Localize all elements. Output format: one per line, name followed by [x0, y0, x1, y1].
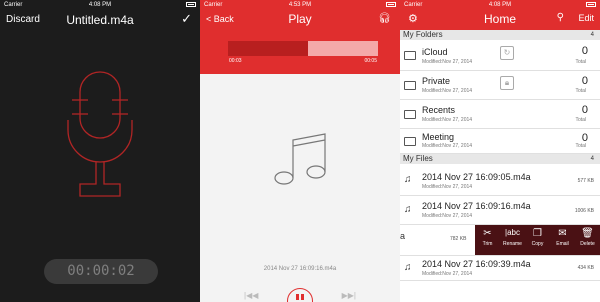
- progress-bar[interactable]: [228, 41, 378, 56]
- email-button[interactable]: ✉ Email: [550, 225, 575, 255]
- rename-icon: |abc: [505, 228, 520, 237]
- home-header: Carrier 4:08 PM ⚙ Home ⚲ Edit: [400, 0, 600, 30]
- folder-icon: [404, 137, 416, 146]
- folder-item-count: 0: [581, 104, 588, 116]
- total-label: Total: [575, 59, 586, 65]
- folder-item-count: 0: [581, 45, 588, 57]
- playing-file-name: 2014 Nov 27 16:09:16.m4a: [263, 266, 337, 272]
- folder-modified: Modified:Nov 27, 2014: [422, 117, 473, 123]
- file-size: 1006 KB: [574, 208, 594, 214]
- file-row[interactable]: ♫ 2014 Nov 27 16:09:05.m4a Modified:Nov …: [400, 164, 600, 196]
- total-label: Total: [575, 117, 586, 123]
- microphone-icon: [67, 71, 133, 197]
- copy-icon: ❐: [533, 228, 542, 239]
- folder-item-count: 0: [581, 75, 588, 87]
- status-bar: Carrier 4:08 PM: [0, 0, 200, 10]
- page-title: Home: [483, 12, 516, 26]
- clock: 4:08 PM: [88, 2, 112, 8]
- elapsed-time: 00:03: [229, 58, 242, 64]
- folder-row-private[interactable]: Private Modified:Nov 27, 2014 🔒︎ 0 Total: [400, 71, 600, 100]
- file-modified: Modified:Nov 27, 2014: [422, 184, 473, 190]
- player-header: Carrier 4:53 PM < Back Play 🎧︎ 00:03 00:…: [200, 0, 400, 74]
- edit-button[interactable]: Edit: [578, 13, 594, 23]
- file-name: 2014 Nov 27 16:09:39.m4a: [422, 259, 531, 269]
- folders-section-header: My Folders 4: [400, 30, 600, 40]
- file-modified: Modified:Nov 27, 2014: [422, 213, 473, 219]
- folder-count: 4: [590, 32, 594, 38]
- battery-icon: [184, 0, 196, 10]
- pause-icon[interactable]: [287, 288, 313, 302]
- scissors-icon: ✂: [483, 228, 492, 239]
- total-label: Total: [575, 88, 586, 94]
- progress-fill: [228, 41, 308, 56]
- page-title: Play: [288, 12, 312, 26]
- playback-controls: |◀◀ ▶▶|: [200, 288, 400, 302]
- folder-name: iCloud: [422, 47, 448, 57]
- status-bar: Carrier 4:08 PM: [400, 0, 600, 10]
- file-name: 2014 Nov 27 16:09:16.m4a: [422, 201, 531, 211]
- file-size: 434 KB: [577, 265, 594, 271]
- swiped-file-row[interactable]: a 782 KB ✂ Trim |abc Rename ❐ Copy ✉ Email 🗑…: [400, 225, 600, 255]
- trash-icon: 🗑︎: [581, 228, 594, 239]
- headphones-icon[interactable]: 🎧︎: [378, 13, 391, 24]
- file-size: 782 KB: [450, 236, 467, 242]
- folder-name: Private: [422, 76, 451, 86]
- folder-row-recents[interactable]: Recents Modified:Nov 27, 2014 0 Total: [400, 100, 600, 129]
- lock-icon: 🔒︎: [500, 76, 514, 90]
- checkmark-icon[interactable]: ✓: [181, 11, 192, 27]
- search-icon[interactable]: ⚲: [557, 12, 564, 23]
- total-label: Total: [575, 143, 586, 149]
- folder-row-icloud[interactable]: iCloud Modified:Nov 27, 2014 ↻ 0 Total: [400, 40, 600, 71]
- music-note-icon: ♫: [404, 174, 412, 185]
- file-row[interactable]: ♫ 2014 Nov 27 16:09:39.m4a Modified:Nov …: [400, 255, 600, 281]
- status-bar: Carrier 4:53 PM: [200, 0, 400, 10]
- folder-name: Recents: [422, 105, 456, 115]
- clock: 4:53 PM: [288, 2, 312, 8]
- section-title: My Folders: [403, 30, 443, 39]
- music-note-icon: ♫: [404, 262, 412, 273]
- music-note-icon: ♫: [404, 204, 412, 215]
- file-row[interactable]: ♫ 2014 Nov 27 16:09:16.m4a Modified:Nov …: [400, 196, 600, 225]
- copy-button[interactable]: ❐ Copy: [525, 225, 550, 255]
- delete-button[interactable]: 🗑︎ Delete: [575, 225, 600, 255]
- rewind-icon[interactable]: |◀◀: [244, 291, 258, 300]
- home-screen: Carrier 4:08 PM ⚙ Home ⚲ Edit My Folders…: [400, 0, 600, 302]
- section-title: My Files: [403, 154, 433, 163]
- rename-button[interactable]: |abc Rename: [500, 225, 525, 255]
- file-name-fragment: a: [400, 231, 406, 241]
- folder-modified: Modified:Nov 27, 2014: [422, 143, 473, 149]
- clock: 4:08 PM: [488, 2, 512, 8]
- file-name: 2014 Nov 27 16:09:05.m4a: [422, 172, 531, 182]
- nav-bar: Discard Untitled.m4a ✓: [0, 10, 200, 32]
- files-section-header: My Files 4: [400, 154, 600, 164]
- player-screen: Carrier 4:53 PM < Back Play 🎧︎ 00:03 00:…: [200, 0, 400, 302]
- fast-forward-icon[interactable]: ▶▶|: [342, 291, 356, 300]
- folder-modified: Modified:Nov 27, 2014: [422, 88, 473, 94]
- battery-icon: [584, 0, 596, 10]
- envelope-icon: ✉: [558, 228, 567, 239]
- file-count: 4: [590, 156, 594, 162]
- row-action-menu: ✂ Trim |abc Rename ❐ Copy ✉ Email 🗑︎ Delete: [475, 225, 600, 255]
- recording-title: Untitled.m4a: [66, 13, 134, 27]
- folder-icon: [404, 110, 416, 119]
- cloud-folder-icon: [404, 51, 416, 60]
- folder-icon: [404, 81, 416, 90]
- file-modified: Modified:Nov 27, 2014: [422, 271, 473, 277]
- total-duration: 00:05: [364, 58, 377, 64]
- file-size: 577 KB: [577, 178, 594, 184]
- trim-button[interactable]: ✂ Trim: [475, 225, 500, 255]
- recorder-screen: Carrier 4:08 PM Discard Untitled.m4a ✓ 0…: [0, 0, 200, 302]
- folder-row-meeting[interactable]: Meeting Modified:Nov 27, 2014 0 Total: [400, 129, 600, 154]
- folder-modified: Modified:Nov 27, 2014: [422, 59, 473, 65]
- sync-icon: ↻: [500, 46, 514, 60]
- music-note-icon: [274, 133, 326, 185]
- battery-icon: [384, 0, 396, 10]
- folder-name: Meeting: [422, 132, 455, 142]
- recording-timer: 00:00:02: [44, 259, 158, 284]
